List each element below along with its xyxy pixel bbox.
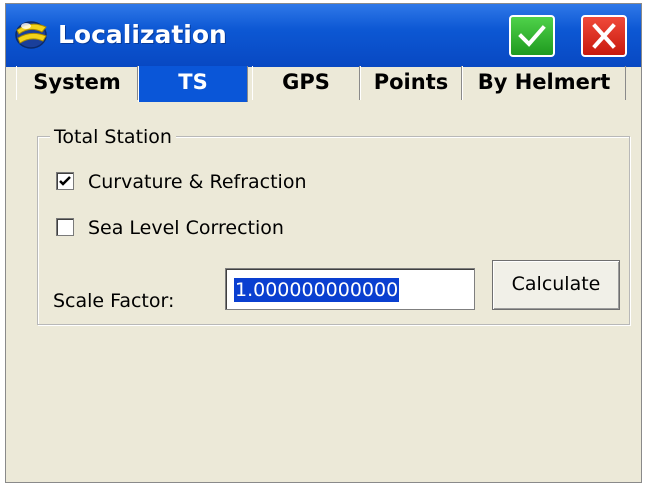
sea-level-correction-label: Sea Level Correction — [88, 217, 284, 239]
window-title: Localization — [58, 20, 227, 49]
curvature-refraction-label: Curvature & Refraction — [88, 171, 307, 193]
tab-ts[interactable]: TS — [138, 66, 248, 102]
tab-bar: System TS GPS Points By Helmert — [6, 66, 641, 102]
group-legend: Total Station — [50, 125, 176, 149]
tab-points[interactable]: Points — [360, 66, 462, 100]
tab-by-helmert[interactable]: By Helmert — [462, 66, 626, 100]
tab-gps[interactable]: GPS — [252, 66, 360, 100]
calculate-button[interactable]: Calculate — [492, 260, 620, 310]
app-logo-icon — [12, 18, 52, 52]
title-bar: Localization — [6, 4, 641, 67]
checkmark-icon — [518, 25, 546, 47]
ok-button[interactable] — [509, 15, 555, 57]
curvature-refraction-checkbox[interactable] — [56, 172, 74, 190]
checkmark-icon — [59, 176, 71, 186]
tab-system[interactable]: System — [16, 66, 138, 100]
scale-factor-input[interactable]: 1.000000000000 — [225, 268, 475, 310]
scale-factor-label: Scale Factor: — [53, 290, 175, 312]
localization-window: Localization System TS GPS Points By Hel… — [5, 3, 642, 483]
scale-factor-value: 1.000000000000 — [234, 278, 400, 302]
close-icon — [592, 23, 616, 49]
sea-level-correction-checkbox[interactable] — [56, 218, 74, 236]
close-button[interactable] — [581, 15, 627, 57]
